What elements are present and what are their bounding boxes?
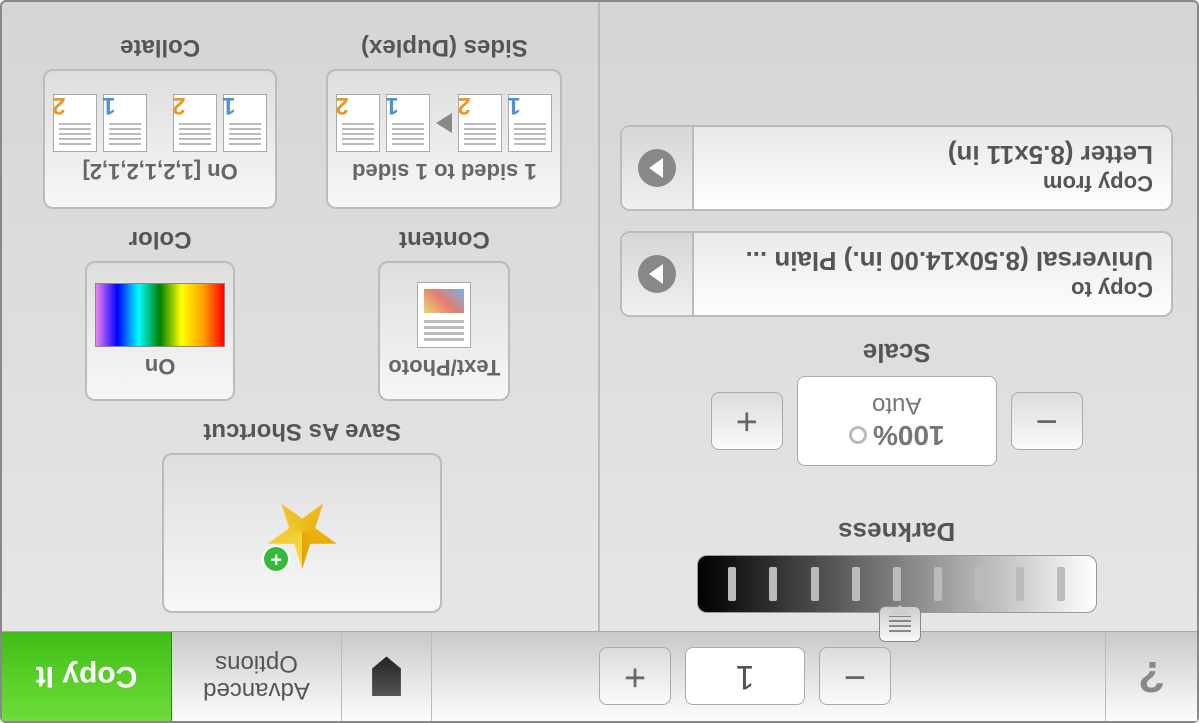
text-photo-icon — [417, 282, 471, 348]
grip-icon — [889, 616, 911, 632]
collate-status: On [1,2,1,2,1,2] — [82, 158, 237, 184]
advanced-line2: Options — [215, 650, 298, 676]
collate-label: Collate — [120, 33, 200, 61]
arrow-right-icon — [639, 255, 677, 293]
darkness-section: Darkness — [621, 516, 1174, 613]
duplex-icon: 1 2 1 2 — [336, 94, 552, 152]
left-panel: Darkness − 100% Auto + Scale — [599, 2, 1198, 631]
copy-to-arrow[interactable] — [623, 233, 695, 315]
copy-to-value: Universal (8.50x14.00 in.) Plain ... — [713, 246, 1154, 277]
scale-plus-button[interactable]: + — [711, 392, 783, 450]
collate-icon: 1 2 1 2 — [53, 94, 267, 152]
copy-to-row[interactable]: Copy to Universal (8.50x14.00 in.) Plain… — [621, 231, 1174, 317]
collate-tile[interactable]: On [1,2,1,2,1,2] 1 2 1 2 — [43, 69, 277, 209]
scale-section: − 100% Auto + Scale — [621, 337, 1174, 466]
scale-minus-button[interactable]: − — [1011, 392, 1083, 450]
save-as-shortcut-tile[interactable]: + — [162, 453, 442, 613]
copy-from-value: Letter (8.5x11 in) — [713, 140, 1154, 171]
darkness-slider[interactable] — [697, 555, 1097, 613]
color-label: Color — [129, 225, 192, 253]
scale-field[interactable]: 100% Auto — [797, 376, 997, 466]
color-status: On — [145, 353, 176, 379]
plus-badge-icon: + — [262, 545, 290, 573]
top-bar: ? − 1 + Advanced Options Copy It — [2, 631, 1197, 721]
scale-percent: 100% — [873, 419, 945, 451]
sides-status: 1 sided to 1 sided — [352, 158, 537, 184]
save-icon — [369, 657, 405, 697]
darkness-thumb[interactable] — [879, 606, 921, 642]
quantity-field[interactable]: 1 — [685, 648, 805, 706]
copy-from-row[interactable]: Copy from Letter (8.5x11 in) — [621, 125, 1174, 211]
advanced-options-button[interactable]: Advanced Options — [172, 632, 342, 721]
save-button[interactable] — [342, 632, 432, 721]
help-button[interactable]: ? — [1105, 632, 1197, 721]
save-as-shortcut-label: Save As Shortcut — [203, 417, 401, 445]
copy-from-label: Copy from — [713, 171, 1154, 197]
reset-icon — [849, 426, 867, 444]
quantity-plus-button[interactable]: + — [599, 648, 671, 706]
color-spectrum-icon — [95, 283, 225, 347]
arrow-right-icon — [639, 149, 677, 187]
content-status: Text/Photo — [388, 354, 500, 380]
copy-screen: ? − 1 + Advanced Options Copy It — [0, 0, 1199, 723]
copy-from-arrow[interactable] — [623, 127, 695, 209]
content-label: Content — [399, 225, 490, 253]
content-tile[interactable]: Text/Photo — [378, 261, 510, 401]
main-area: Darkness − 100% Auto + Scale — [2, 2, 1197, 631]
sides-tile[interactable]: 1 sided to 1 sided 1 2 1 2 — [326, 69, 562, 209]
darkness-label: Darkness — [838, 516, 955, 547]
scale-label: Scale — [863, 337, 931, 368]
sides-label: Sides (Duplex) — [361, 33, 528, 61]
color-tile[interactable]: On — [85, 261, 235, 401]
scale-auto: Auto — [872, 391, 921, 419]
quantity-minus-button[interactable]: − — [819, 648, 891, 706]
quantity-group: − 1 + — [535, 632, 955, 721]
copy-it-button[interactable]: Copy It — [2, 632, 172, 721]
right-panel: + Save As Shortcut Text/Photo Content On — [2, 2, 599, 631]
copy-to-label: Copy to — [713, 277, 1154, 303]
advanced-line1: Advanced — [203, 677, 310, 703]
